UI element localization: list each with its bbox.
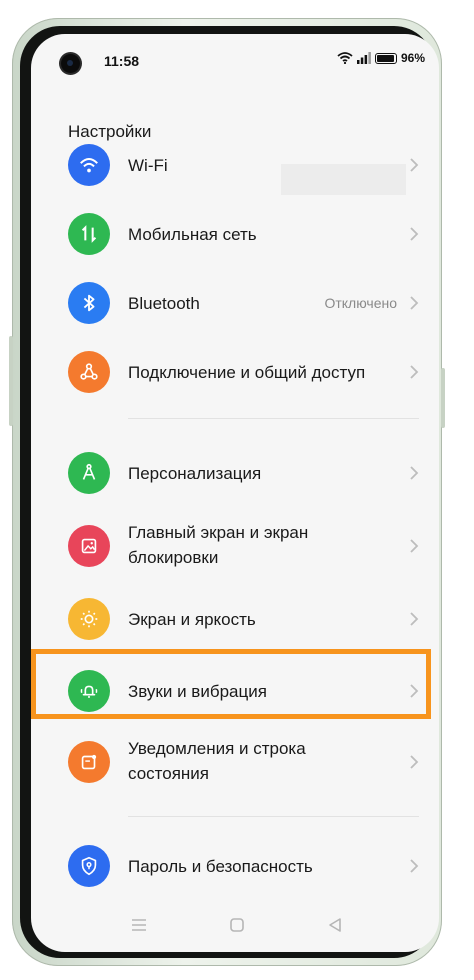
navigation-bar — [31, 898, 439, 952]
settings-item-label: Мобильная сеть — [128, 225, 257, 244]
chevron-right-icon — [410, 158, 419, 172]
chevron-right-icon — [410, 466, 419, 480]
settings-item-label: Главный экран и экран блокировки — [128, 520, 308, 570]
battery-icon — [374, 52, 397, 64]
section-divider — [128, 418, 419, 419]
chevron-right-icon — [410, 539, 419, 553]
settings-item-wifi[interactable]: Wi-Fi — [31, 140, 439, 190]
notification-icon — [68, 741, 110, 783]
cellular-signal-icon — [356, 52, 371, 64]
screen: 11:58 96% Настройки Wi-Fi Мобильная сеть… — [31, 34, 439, 952]
settings-item-bluetooth[interactable]: Bluetooth Отключено — [31, 278, 439, 328]
home-icon[interactable] — [229, 917, 245, 933]
status-bar: 11:58 96% — [31, 34, 439, 78]
settings-item-label: Уведомления и строка состояния — [128, 736, 306, 786]
power-button — [441, 368, 445, 428]
settings-item-label: Экран и яркость — [128, 610, 256, 629]
status-time: 11:58 — [104, 53, 140, 69]
label-line-1: Уведомления и строка — [128, 739, 306, 758]
mobile-data-icon — [68, 213, 110, 255]
wifi-signal-icon — [337, 52, 353, 64]
image-icon — [68, 525, 110, 567]
page-title: Настройки — [68, 122, 152, 141]
compass-icon — [68, 452, 110, 494]
back-icon[interactable] — [328, 917, 342, 933]
bluetooth-icon — [68, 282, 110, 324]
label-line-1: Главный экран и экран — [128, 523, 309, 542]
settings-item-display-brightness[interactable]: Экран и яркость — [31, 594, 439, 644]
highlight-box — [31, 649, 431, 719]
settings-item-label: Bluetooth — [128, 294, 200, 313]
battery-percent: 96% — [400, 51, 425, 65]
settings-item-label: Wi-Fi — [128, 156, 168, 175]
section-divider — [128, 816, 419, 817]
shield-icon — [68, 845, 110, 887]
front-camera — [61, 54, 80, 73]
menu-icon[interactable] — [131, 918, 147, 932]
chevron-right-icon — [410, 227, 419, 241]
settings-item-notifications-status-bar[interactable]: Уведомления и строка состояния — [31, 730, 439, 794]
volume-button — [9, 336, 13, 426]
chevron-right-icon — [410, 755, 419, 769]
status-icons: 96% — [337, 51, 425, 65]
settings-item-label: Персонализация — [128, 464, 262, 483]
settings-item-label: Подключение и общий доступ — [128, 363, 366, 382]
chevron-right-icon — [410, 612, 419, 626]
settings-item-personalization[interactable]: Персонализация — [31, 448, 439, 498]
chevron-right-icon — [410, 296, 419, 310]
label-line-2: состояния — [128, 764, 209, 783]
settings-item-label: Пароль и безопасность — [128, 857, 313, 876]
chevron-right-icon — [410, 859, 419, 873]
wifi-icon — [68, 144, 110, 186]
settings-item-password-security[interactable]: Пароль и безопасность — [31, 841, 439, 891]
bluetooth-status: Отключено — [324, 295, 397, 311]
settings-item-mobile-network[interactable]: Мобильная сеть — [31, 209, 439, 259]
label-line-2: блокировки — [128, 548, 219, 567]
chevron-right-icon — [410, 365, 419, 379]
settings-item-connection-sharing[interactable]: Подключение и общий доступ — [31, 347, 439, 397]
settings-item-home-lock-screen[interactable]: Главный экран и экран блокировки — [31, 514, 439, 578]
share-icon — [68, 351, 110, 393]
sun-icon — [68, 598, 110, 640]
